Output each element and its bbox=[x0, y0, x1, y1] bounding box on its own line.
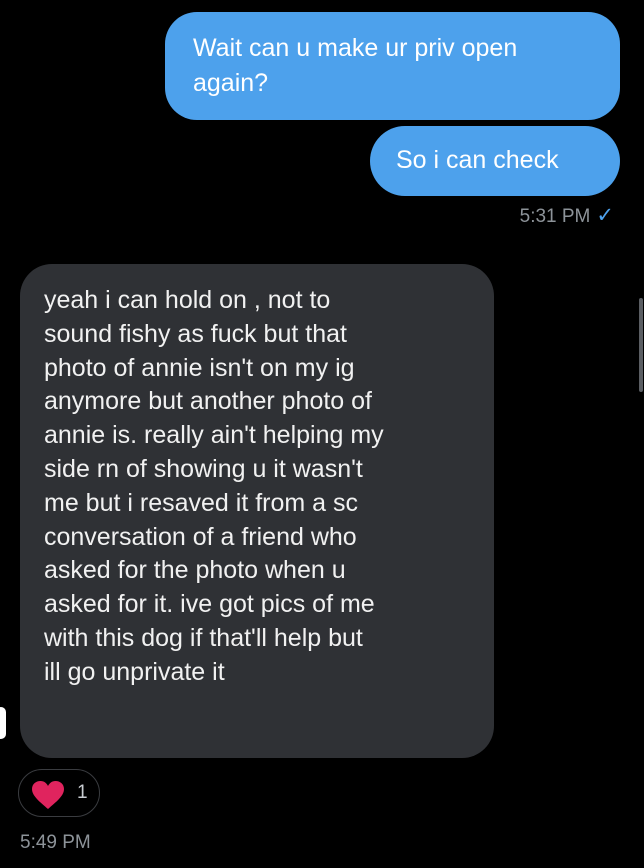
sent-timestamp-row: 5:31 PM ✓ bbox=[520, 205, 614, 228]
heart-icon bbox=[32, 781, 64, 809]
sent-message-bubble[interactable]: So i can check bbox=[370, 126, 620, 196]
screen-edge-handle bbox=[0, 707, 6, 739]
reaction-count: 1 bbox=[77, 782, 88, 803]
reaction-pill[interactable]: 1 bbox=[18, 769, 100, 817]
sent-timestamp: 5:31 PM bbox=[519, 206, 591, 227]
sent-message-bubble[interactable]: Wait can u make ur priv open again? bbox=[165, 12, 620, 120]
checkmark-icon: ✓ bbox=[596, 204, 614, 227]
received-timestamp: 5:49 PM bbox=[20, 832, 91, 853]
scrollbar[interactable] bbox=[639, 298, 643, 392]
received-message-bubble[interactable]: yeah i can hold on , not to sound fishy … bbox=[20, 264, 494, 758]
